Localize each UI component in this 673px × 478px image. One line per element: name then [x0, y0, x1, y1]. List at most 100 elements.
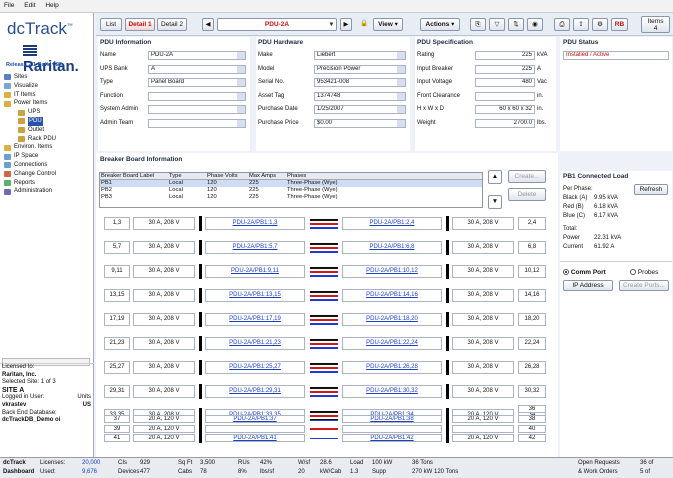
next-item-button[interactable]: ▶ — [340, 18, 352, 31]
breaker-link-right[interactable]: PDU-2A/PB1:26,28 — [342, 361, 442, 374]
field-input[interactable]: 60 x 60 x 32 — [475, 105, 535, 114]
breaker-link-left[interactable]: PDU-2A/PB1:21,23 — [205, 337, 305, 350]
breaker-rating-left[interactable]: 30 A, 208 V — [133, 289, 195, 302]
filter-icon[interactable]: ▽ — [489, 18, 505, 31]
list-button[interactable]: List — [100, 18, 122, 31]
work-orders-label[interactable]: & Work Orders — [578, 469, 618, 475]
breaker-link-right[interactable]: PDU-2A/PB1:14,16 — [342, 289, 442, 302]
create-ports-button[interactable]: Create Ports... — [619, 280, 669, 291]
breaker-link-right[interactable]: PDU-2A/PB1:6,8 — [342, 241, 442, 254]
breaker-link-left[interactable]: PDU-2A/PB1:13,15 — [205, 289, 305, 302]
breaker-rating-right[interactable]: 30 A, 208 V — [452, 337, 514, 350]
refresh-button[interactable]: Refresh — [634, 184, 668, 195]
field-input[interactable]: $0.00 — [314, 118, 406, 128]
actions-menu[interactable]: Actions ▾ — [420, 18, 460, 31]
comm-port-radio[interactable]: Comm Port — [563, 269, 606, 276]
breaker-link-left[interactable] — [205, 424, 305, 433]
breaker-rating-right[interactable]: 20 A, 120 V — [452, 415, 514, 423]
rb-button[interactable]: RB — [611, 18, 628, 31]
breaker-rating-left[interactable]: 30 A, 208 V — [133, 313, 195, 326]
item-selector[interactable]: PDU-2A ▾ — [217, 18, 337, 31]
field-input[interactable]: Liebert — [314, 51, 406, 60]
binoculars-icon[interactable]: ◉ — [527, 18, 543, 31]
export-icon[interactable]: ⇪ — [573, 18, 589, 31]
field-input[interactable]: 480 — [475, 78, 535, 87]
breaker-link-left[interactable]: PDU-2A/PB1:25,27 — [205, 361, 305, 374]
tree-item-power-items[interactable]: Power Items — [4, 99, 92, 108]
field-input[interactable]: PDU-2A — [148, 51, 246, 60]
move-up-button[interactable]: ▲ — [488, 170, 502, 184]
breaker-rating-left[interactable]: 30 A, 208 V — [133, 361, 195, 374]
field-input[interactable]: 953421-008 — [314, 78, 406, 87]
tree-item-it-items[interactable]: IT Items — [4, 91, 92, 100]
table-row[interactable]: PB1 Local 120 225 Three-Phase (Wye) — [100, 180, 482, 187]
field-input[interactable]: Panel Board — [148, 78, 246, 87]
menu-edit[interactable]: Edit — [20, 0, 39, 11]
table-header[interactable]: Breaker Board Label — [100, 173, 168, 179]
breaker-rating-left[interactable]: 20 A, 120 V — [133, 415, 195, 423]
breaker-link-left[interactable]: PDU-2A/PB1:1,3 — [205, 217, 305, 230]
field-input[interactable] — [475, 91, 535, 101]
breaker-link-left[interactable]: PDU-2A/PB1:29,31 — [205, 385, 305, 398]
tree-item-sites[interactable]: Sites — [4, 73, 92, 82]
breaker-link-left[interactable]: PDU-2A/PB1:5,7 — [205, 241, 305, 254]
field-input[interactable]: 2700.0 — [475, 118, 535, 128]
table-header[interactable]: Phases — [286, 173, 366, 179]
breaker-link-right[interactable]: PDU-2A/PB1:38 — [342, 415, 442, 423]
table-row[interactable]: PB2 Local 120 225 Three-Phase (Wye) — [100, 187, 482, 194]
breaker-rating-right[interactable]: 30 A, 208 V — [452, 241, 514, 254]
tree-item-outlet[interactable]: Outlet — [4, 126, 92, 135]
status-field[interactable]: Installed / Active — [563, 51, 669, 60]
breaker-rating-right[interactable]: 30 A, 208 V — [452, 361, 514, 374]
breaker-link-right[interactable]: PDU-2A/PB1:42 — [342, 434, 442, 442]
breaker-rating-left[interactable]: 30 A, 208 V — [133, 217, 195, 230]
breaker-rating-left[interactable]: 30 A, 208 V — [133, 385, 195, 398]
breaker-rating-left[interactable]: 20 A, 120 V — [133, 424, 195, 433]
tree-item-visualize[interactable]: Visualize — [4, 82, 92, 91]
breaker-rating-right[interactable] — [452, 424, 514, 433]
breaker-link-left[interactable]: PDU-2A/PB1:9,11 — [205, 265, 305, 278]
tree-item-reports[interactable]: Reports — [4, 179, 92, 188]
probes-radio[interactable]: Probes — [630, 269, 658, 276]
breaker-link-left[interactable]: PDU-2A/PB1:41 — [205, 434, 305, 442]
menu-file[interactable]: File — [0, 0, 18, 11]
field-input[interactable]: 225 — [475, 51, 535, 60]
table-header[interactable]: Phase Volts — [206, 173, 248, 179]
create-button[interactable]: Create... — [508, 170, 546, 183]
delete-button[interactable]: Delete — [508, 188, 546, 201]
breaker-rating-left[interactable]: 30 A, 208 V — [133, 241, 195, 254]
breaker-rating-right[interactable]: 30 A, 208 V — [452, 289, 514, 302]
view-menu[interactable]: View ▾ — [373, 18, 403, 31]
breaker-link-left[interactable]: PDU-2A/PB1:17,19 — [205, 313, 305, 326]
tree-item-ip-space[interactable]: IP Space — [4, 152, 92, 161]
field-input[interactable] — [148, 118, 246, 128]
field-input[interactable] — [148, 105, 246, 114]
field-input[interactable]: A — [148, 64, 246, 74]
breaker-link-right[interactable]: PDU-2A/PB1:2,4 — [342, 217, 442, 230]
table-row[interactable]: PB3 Local 120 225 Three-Phase (Wye) — [100, 194, 482, 201]
breaker-link-right[interactable]: PDU-2A/PB1:10,12 — [342, 265, 442, 278]
field-input[interactable]: Precision Power — [314, 64, 406, 74]
breaker-link-right[interactable] — [342, 424, 442, 433]
detail1-tab[interactable]: Detail 1 — [125, 18, 155, 31]
ip-address-button[interactable]: IP Address — [563, 280, 613, 291]
breaker-link-right[interactable]: PDU-2A/PB1:22,24 — [342, 337, 442, 350]
table-header[interactable]: Max Amps — [248, 173, 286, 179]
sort-icon[interactable]: ⇅ — [508, 18, 524, 31]
open-requests-label[interactable]: Open Requests — [578, 460, 620, 466]
field-input[interactable] — [148, 91, 246, 101]
move-down-button[interactable]: ▼ — [488, 195, 502, 209]
breaker-link-left[interactable]: PDU-2A/PB1:37 — [205, 415, 305, 423]
prev-item-button[interactable]: ◀ — [202, 18, 214, 31]
menu-help[interactable]: Help — [41, 0, 62, 11]
field-input[interactable]: 225 — [475, 64, 535, 74]
breaker-rating-left[interactable]: 20 A, 120 V — [133, 434, 195, 442]
copy-icon[interactable]: ⎘ — [470, 18, 486, 31]
field-input[interactable]: 1374748 — [314, 91, 406, 101]
breaker-rating-right[interactable]: 20 A, 120 V — [452, 434, 514, 442]
tree-item-change-control[interactable]: Change Control — [4, 170, 92, 179]
breaker-link-right[interactable]: PDU-2A/PB1:18,20 — [342, 313, 442, 326]
settings-icon[interactable]: ⚙ — [592, 18, 608, 31]
breaker-rating-right[interactable]: 30 A, 208 V — [452, 217, 514, 230]
tree-item-connections[interactable]: Connections — [4, 161, 92, 170]
